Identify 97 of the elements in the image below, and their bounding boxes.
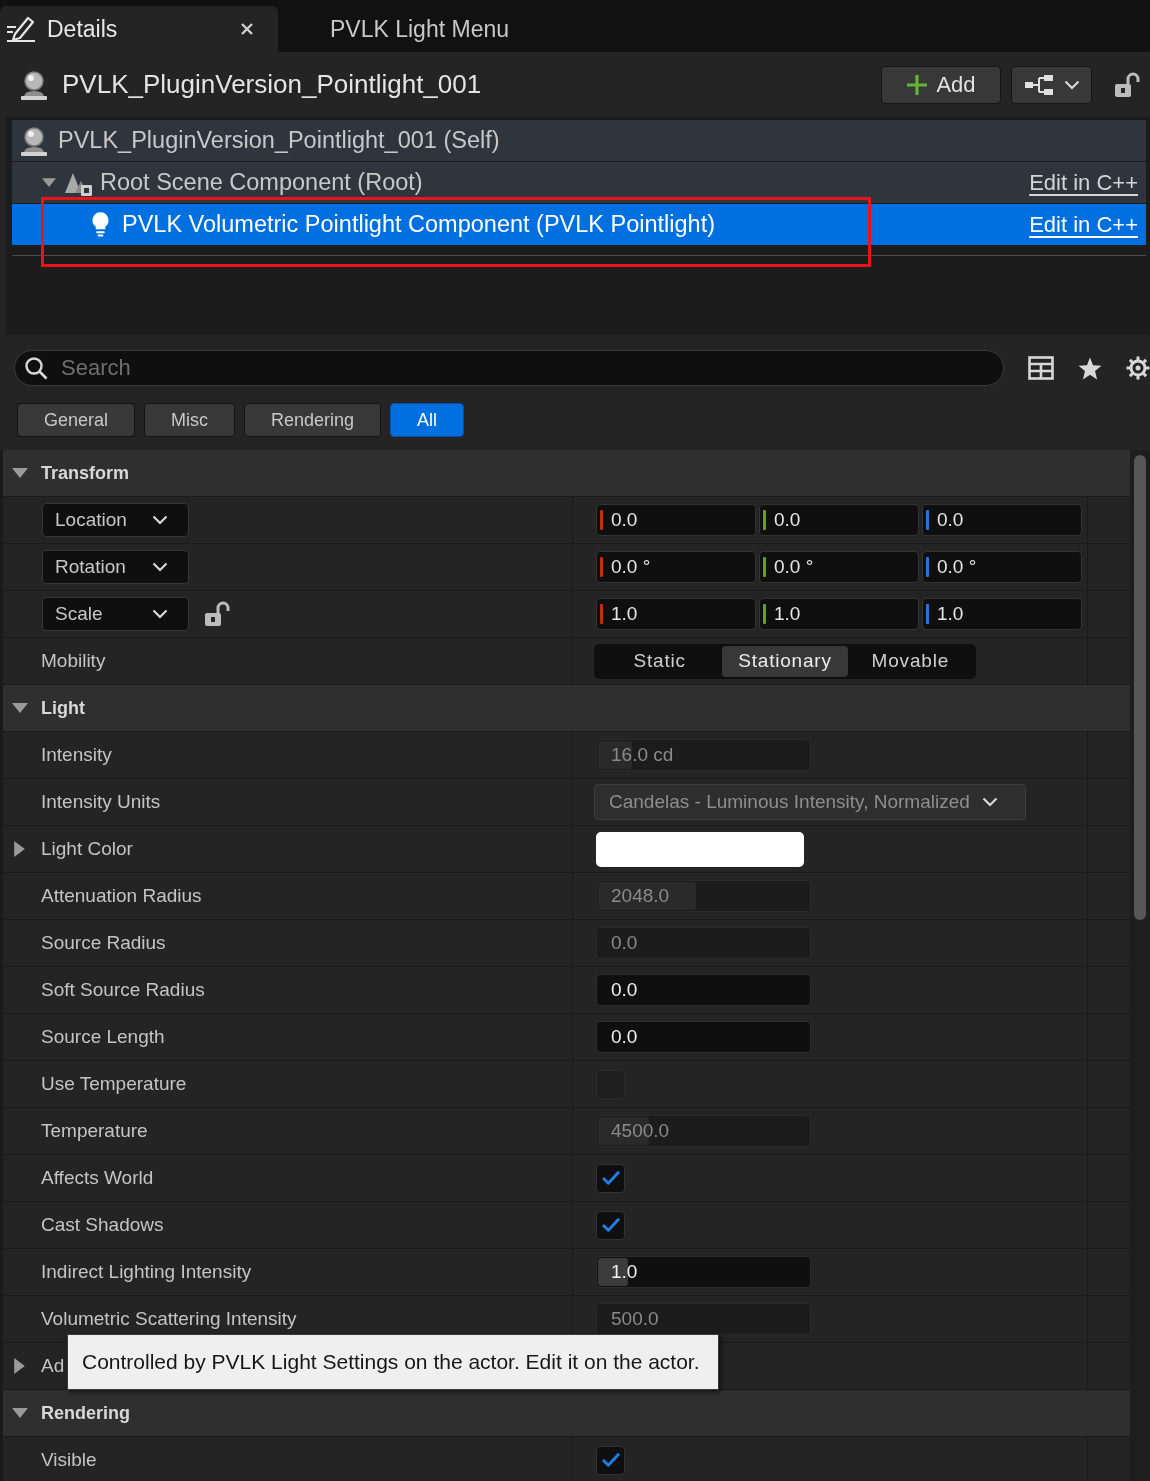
- tab[interactable]: Details: [0, 6, 278, 52]
- close-icon[interactable]: [240, 22, 254, 36]
- search-icon: [24, 356, 48, 380]
- caret-right-icon[interactable]: [14, 841, 25, 857]
- number-field[interactable]: 0.0 °: [759, 551, 919, 583]
- section-title: Rendering: [41, 1402, 130, 1424]
- property-label: Source Radius: [41, 932, 166, 954]
- tooltip: Controlled by PVLK Light Settings on the actor. Edit it on the actor.: [67, 1334, 719, 1390]
- toggle-option[interactable]: Stationary: [722, 645, 848, 677]
- property-label: Intensity Units: [41, 791, 161, 813]
- property-label: Cast Shadows: [41, 1214, 164, 1236]
- property-label: Ad: [41, 1355, 65, 1377]
- axis-bar-icon: [926, 557, 929, 577]
- property-label: Source Length: [41, 1026, 165, 1048]
- property-label: Use Temperature: [41, 1073, 187, 1095]
- lock-icon[interactable]: [1114, 71, 1140, 98]
- table-icon[interactable]: [1028, 356, 1054, 380]
- property-label: Indirect Lighting Intensity: [41, 1261, 252, 1283]
- edit-link[interactable]: Edit in C++: [1029, 169, 1138, 196]
- chevron-down-icon: [152, 562, 168, 572]
- edit-link[interactable]: Edit in C++: [1029, 211, 1138, 238]
- property-label: Soft Source Radius: [41, 979, 205, 1001]
- hierarchy-icon: [1023, 73, 1054, 96]
- property-label: Intensity: [41, 744, 112, 766]
- check-icon: [600, 1452, 621, 1468]
- number-field[interactable]: 0.0: [922, 504, 1082, 536]
- number-field[interactable]: 1.0: [596, 598, 756, 630]
- plus-icon: [906, 73, 929, 96]
- toggle-option[interactable]: Static: [597, 645, 723, 677]
- number-field[interactable]: 0.0 °: [922, 551, 1082, 583]
- filter-tab[interactable]: All: [390, 403, 465, 437]
- chevron-down-icon: [152, 515, 168, 525]
- section-title: Transform: [41, 462, 130, 484]
- scrollbar[interactable]: [1134, 455, 1146, 920]
- chevron-down-icon: [152, 609, 168, 619]
- toggle-option[interactable]: Movable: [847, 645, 973, 677]
- dropdown-button[interactable]: Scale: [42, 597, 189, 631]
- pencil-icon: [6, 15, 36, 43]
- caret-down-icon[interactable]: [12, 1408, 28, 1418]
- number-field[interactable]: 0.0: [596, 974, 811, 1006]
- axis-bar-icon: [600, 604, 603, 624]
- section-header[interactable]: Light: [3, 685, 1130, 732]
- filter-tab[interactable]: Misc: [144, 403, 236, 437]
- caret-right-icon[interactable]: [14, 1358, 25, 1374]
- section-title: Light: [41, 697, 85, 719]
- actor-icon: [20, 69, 48, 100]
- axis-bar-icon: [926, 510, 929, 530]
- number-field[interactable]: 0.0: [596, 504, 756, 536]
- checkbox[interactable]: [596, 1163, 625, 1193]
- light-bulb-icon: [90, 211, 110, 238]
- search-field[interactable]: Search: [14, 350, 1004, 386]
- axis-bar-icon: [763, 510, 766, 530]
- lock-icon[interactable]: [204, 601, 230, 627]
- dropdown-button[interactable]: Rotation: [42, 550, 189, 584]
- axis-bar-icon: [600, 510, 603, 530]
- chevron-down-icon: [1063, 79, 1080, 90]
- number-field[interactable]: 0.0: [596, 1021, 811, 1053]
- property-label: Volumetric Scattering Intensity: [41, 1308, 297, 1330]
- tree-item[interactable]: Root Scene Component (Root) Edit in C++: [12, 162, 1146, 203]
- section-header[interactable]: Rendering: [3, 1390, 1130, 1437]
- add-button[interactable]: Add: [881, 65, 1001, 104]
- filter-tab[interactable]: General: [17, 403, 136, 437]
- caret-down-icon[interactable]: [42, 178, 56, 187]
- filter-tab[interactable]: Rendering: [244, 403, 382, 437]
- settings-icon[interactable]: [1126, 356, 1150, 380]
- property-label: Attenuation Radius: [41, 885, 202, 907]
- axis-bar-icon: [763, 557, 766, 577]
- number-field[interactable]: 1.0: [596, 1256, 811, 1288]
- number-field[interactable]: 0.0 °: [596, 551, 756, 583]
- axis-bar-icon: [926, 604, 929, 624]
- caret-down-icon[interactable]: [12, 703, 28, 713]
- property-label: Visible: [41, 1449, 97, 1471]
- actor-icon: [20, 125, 48, 156]
- section-header[interactable]: Transform: [3, 450, 1130, 497]
- checkbox[interactable]: [596, 1210, 625, 1240]
- property-label: Mobility: [41, 650, 106, 672]
- property-label: Temperature: [41, 1120, 148, 1142]
- tree-item[interactable]: PVLK Volumetric Pointlight Component (PVLK Pointlight) Edit in C++: [12, 204, 1146, 245]
- check-icon: [600, 1170, 621, 1186]
- star-icon[interactable]: [1078, 356, 1102, 380]
- property-label: Affects World: [41, 1167, 154, 1189]
- number-field[interactable]: 1.0: [922, 598, 1082, 630]
- number-field[interactable]: 1.0: [759, 598, 919, 630]
- tab[interactable]: PVLK Light Menu: [278, 6, 529, 52]
- caret-down-icon[interactable]: [12, 468, 28, 478]
- chevron-down-icon: [981, 797, 998, 807]
- check-icon: [600, 1217, 621, 1233]
- checkbox[interactable]: [596, 1445, 625, 1475]
- actor-name: PVLK_PluginVersion_Pointlight_001: [62, 69, 483, 100]
- property-label: Light Color: [41, 838, 133, 860]
- tree-item[interactable]: PVLK_PluginVersion_Pointlight_001 (Self): [12, 120, 1146, 161]
- color-swatch[interactable]: [596, 831, 804, 867]
- axis-bar-icon: [763, 604, 766, 624]
- blueprint-button[interactable]: [1011, 65, 1092, 104]
- dropdown-button[interactable]: Location: [42, 503, 189, 537]
- number-field[interactable]: 0.0: [759, 504, 919, 536]
- axis-bar-icon: [600, 557, 603, 577]
